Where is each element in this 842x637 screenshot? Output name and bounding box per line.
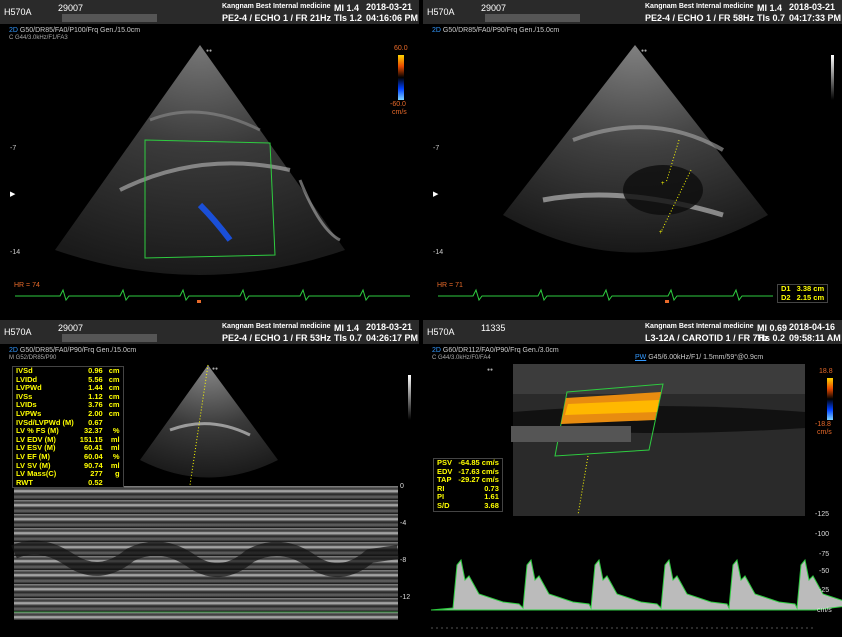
measure-value: 0.52: [88, 477, 103, 487]
doppler-spectrum: [430, 558, 842, 629]
ecg-trace: [15, 288, 410, 303]
mmode-scale-8: -8: [400, 557, 407, 564]
measure-label: D2: [781, 292, 791, 302]
mmode-scale-0: 0: [400, 483, 404, 490]
panel-echo-color: H570A 29007 Kangnam Best Internal medici…: [0, 0, 419, 316]
velocity-tick-125: -125: [815, 511, 830, 518]
measure-unit: cm: [108, 408, 120, 418]
measure-unit: [106, 479, 123, 488]
measurement-row: RWT 0.52: [13, 477, 123, 488]
velocity-unit: cm/s: [817, 607, 832, 614]
measure-unit: g: [114, 469, 120, 479]
mmode-scale-12: -12: [400, 594, 411, 601]
lv-measurements: IVSd 0.96 cm LVIDd 5.56 cm LVPWd 1.44 cm IVSs 1.12…: [12, 366, 124, 489]
distance-measurements: D1 3.38 cm D2 2.15 cm: [777, 284, 829, 304]
panel-carotid-doppler: H570A 11335 Kangnam Best Internal medici…: [423, 320, 842, 636]
panel-echo-measure: H570A 29007 Kangnam Best Internal medici…: [423, 0, 842, 316]
velocity-tick-25: -25: [819, 587, 830, 594]
velocity-tick-100: -100: [815, 531, 830, 538]
ecg-trace: [438, 288, 773, 303]
measure-value: 2.15 cm: [796, 292, 825, 302]
panel-mmode: H570A 29007 Kangnam Best Internal medici…: [0, 320, 419, 636]
measurement-row: D2 2.15 cm: [778, 292, 827, 303]
velocity-tick-75: -75: [819, 551, 830, 558]
mmode-scale-4: -4: [400, 520, 407, 527]
velocity-tick-50: -50: [819, 568, 830, 575]
measure-label: RWT: [16, 477, 33, 487]
